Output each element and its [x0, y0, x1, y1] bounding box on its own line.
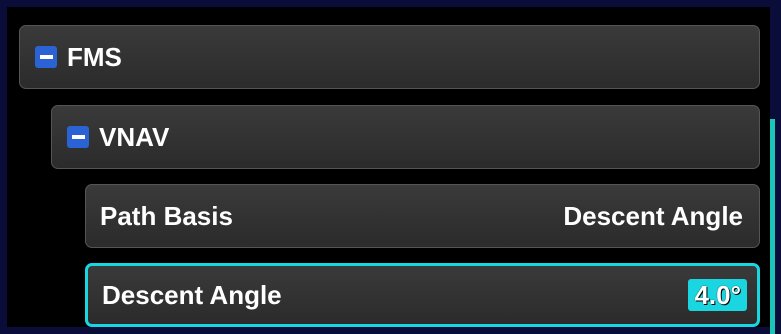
tree-node-vnav-label: VNAV	[99, 121, 170, 152]
path-basis-value: Descent Angle	[563, 200, 743, 231]
tree-node-fms[interactable]: FMS	[19, 25, 760, 89]
collapse-icon[interactable]	[35, 46, 57, 68]
tree-node-fms-label: FMS	[67, 41, 122, 72]
path-basis-label: Path Basis	[100, 200, 233, 231]
scrollbar[interactable]	[770, 119, 775, 334]
settings-panel: FMS VNAV Path Basis Descent Angle Descen…	[7, 7, 775, 334]
descent-angle-value-field[interactable]: 4.0°	[688, 279, 747, 311]
collapse-icon[interactable]	[67, 126, 89, 148]
descent-angle-label: Descent Angle	[102, 279, 282, 310]
tree-node-vnav[interactable]: VNAV	[51, 105, 760, 169]
display-frame: FMS VNAV Path Basis Descent Angle Descen…	[0, 0, 781, 334]
path-basis-row[interactable]: Path Basis Descent Angle	[85, 184, 760, 248]
descent-angle-row[interactable]: Descent Angle 4.0°	[85, 263, 760, 327]
